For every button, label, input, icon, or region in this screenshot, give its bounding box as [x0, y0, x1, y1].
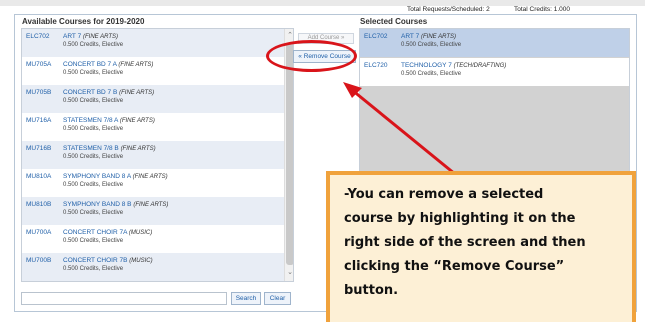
course-title: STATESMEN 7/8 A	[63, 117, 119, 124]
annotation-ellipse	[266, 40, 357, 72]
course-title: CONCERT BD 7 B	[63, 89, 118, 96]
selected-course-row[interactable]: ELC702 ART 7 (FINE ARTS) 0.500 Credits, …	[360, 29, 629, 57]
course-meta: 0.500 Credits, Elective	[63, 70, 124, 76]
clear-button[interactable]: Clear	[264, 292, 291, 305]
course-meta: 0.500 Credits, Elective	[63, 210, 124, 216]
course-name: ART 7 (FINE ARTS)	[401, 33, 456, 40]
callout-line: course by highlighting it on the	[344, 211, 576, 226]
course-title: STATESMEN 7/8 B	[63, 145, 119, 152]
available-course-row[interactable]: MU810B SYMPHONY BAND 8 B (FINE ARTS) 0.5…	[22, 197, 284, 226]
course-meta: 0.500 Credits, Elective	[401, 71, 462, 77]
callout-line: clicking the “Remove Course”	[344, 259, 565, 274]
course-code: MU716A	[26, 117, 52, 124]
course-title: TECHNOLOGY 7	[401, 62, 452, 69]
course-code: MU810A	[26, 173, 52, 180]
course-meta: 0.500 Credits, Elective	[401, 42, 462, 48]
course-name: CONCERT CHOIR 7B (MUSIC)	[63, 257, 153, 264]
course-name: TECHNOLOGY 7 (TECH/DRAFTING)	[401, 62, 506, 69]
course-name: CONCERT BD 7 A (FINE ARTS)	[63, 61, 153, 68]
scroll-up-icon[interactable]: ⌃	[285, 31, 293, 41]
scroll-down-icon[interactable]: ⌄	[285, 268, 293, 278]
scroll-thumb[interactable]	[286, 43, 293, 265]
course-code: MU700B	[26, 257, 52, 264]
selected-courses-title: Selected Courses	[360, 17, 428, 26]
course-meta: 0.500 Credits, Elective	[63, 266, 124, 272]
search-button[interactable]: Search	[231, 292, 261, 305]
course-code: ELC702	[364, 33, 388, 40]
course-code: MU700A	[26, 229, 52, 236]
course-meta: 0.500 Credits, Elective	[63, 238, 124, 244]
course-title: ART 7	[401, 33, 420, 40]
available-course-row[interactable]: MU716A STATESMEN 7/8 A (FINE ARTS) 0.500…	[22, 113, 284, 142]
course-dept: (FINE ARTS)	[120, 146, 156, 152]
total-requests-label: Total Requests/Scheduled: 2	[407, 6, 490, 13]
course-code: ELC702	[26, 33, 50, 40]
course-dept: (FINE ARTS)	[119, 90, 155, 96]
course-name: ART 7 (FINE ARTS)	[63, 33, 118, 40]
available-course-row[interactable]: MU700A CONCERT CHOIR 7A (MUSIC) 0.500 Cr…	[22, 225, 284, 254]
callout-line: right side of the screen and then	[344, 235, 586, 250]
course-name: CONCERT CHOIR 7A (MUSIC)	[63, 229, 152, 236]
course-code: MU810B	[26, 201, 52, 208]
available-course-row[interactable]: MU705B CONCERT BD 7 B (FINE ARTS) 0.500 …	[22, 85, 284, 114]
course-name: SYMPHONY BAND 8 B (FINE ARTS)	[63, 201, 168, 208]
available-course-row[interactable]: MU705A CONCERT BD 7 A (FINE ARTS) 0.500 …	[22, 57, 284, 86]
available-course-row[interactable]: MU810A SYMPHONY BAND 8 A (FINE ARTS) 0.5…	[22, 169, 284, 198]
available-courses-title: Available Courses for 2019-2020	[22, 17, 145, 26]
course-name: STATESMEN 7/8 B (FINE ARTS)	[63, 145, 156, 152]
course-dept: (MUSIC)	[129, 258, 153, 264]
course-title: CONCERT CHOIR 7A	[63, 229, 128, 236]
total-credits-label: Total Credits: 1.000	[514, 6, 571, 13]
instruction-callout: -You can remove a selected course by hig…	[326, 171, 636, 322]
callout-line: -You can remove a selected	[344, 187, 544, 202]
course-meta: 0.500 Credits, Elective	[63, 182, 124, 188]
available-course-row[interactable]: ELC702 ART 7 (FINE ARTS) 0.500 Credits, …	[22, 29, 284, 58]
course-code: MU716B	[26, 145, 52, 152]
course-code: ELC720	[364, 62, 388, 69]
course-dept: (FINE ARTS)	[83, 34, 119, 40]
course-code: MU705A	[26, 61, 52, 68]
course-dept: (FINE ARTS)	[421, 34, 457, 40]
course-dept: (FINE ARTS)	[118, 62, 154, 68]
available-course-row[interactable]: MU716B STATESMEN 7/8 B (FINE ARTS) 0.500…	[22, 141, 284, 170]
course-title: CONCERT CHOIR 7B	[63, 257, 128, 264]
callout-line: button.	[344, 283, 399, 298]
search-input[interactable]	[21, 292, 227, 305]
course-meta: 0.500 Credits, Elective	[63, 154, 124, 160]
course-name: CONCERT BD 7 B (FINE ARTS)	[63, 89, 154, 96]
course-dept: (MUSIC)	[128, 230, 153, 236]
available-courses-list[interactable]: ELC702 ART 7 (FINE ARTS) 0.500 Credits, …	[21, 28, 294, 282]
course-code: MU705B	[26, 89, 52, 96]
course-meta: 0.500 Credits, Elective	[63, 98, 124, 104]
course-dept: (TECH/DRAFTING)	[453, 63, 507, 69]
course-title: ART 7	[63, 33, 82, 40]
course-name: SYMPHONY BAND 8 A (FINE ARTS)	[63, 173, 168, 180]
course-dept: (FINE ARTS)	[132, 174, 168, 180]
course-title: CONCERT BD 7 A	[63, 61, 117, 68]
course-meta: 0.500 Credits, Elective	[63, 126, 124, 132]
course-title: SYMPHONY BAND 8 A	[63, 173, 131, 180]
available-course-row[interactable]: MU700B CONCERT CHOIR 7B (MUSIC) 0.500 Cr…	[22, 253, 284, 281]
course-title: SYMPHONY BAND 8 B	[63, 201, 132, 208]
course-dept: (FINE ARTS)	[133, 202, 169, 208]
selected-course-row[interactable]: ELC720 TECHNOLOGY 7 (TECH/DRAFTING) 0.50…	[360, 58, 629, 86]
course-dept: (FINE ARTS)	[119, 118, 155, 124]
course-meta: 0.500 Credits, Elective	[63, 42, 124, 48]
course-name: STATESMEN 7/8 A (FINE ARTS)	[63, 117, 155, 124]
